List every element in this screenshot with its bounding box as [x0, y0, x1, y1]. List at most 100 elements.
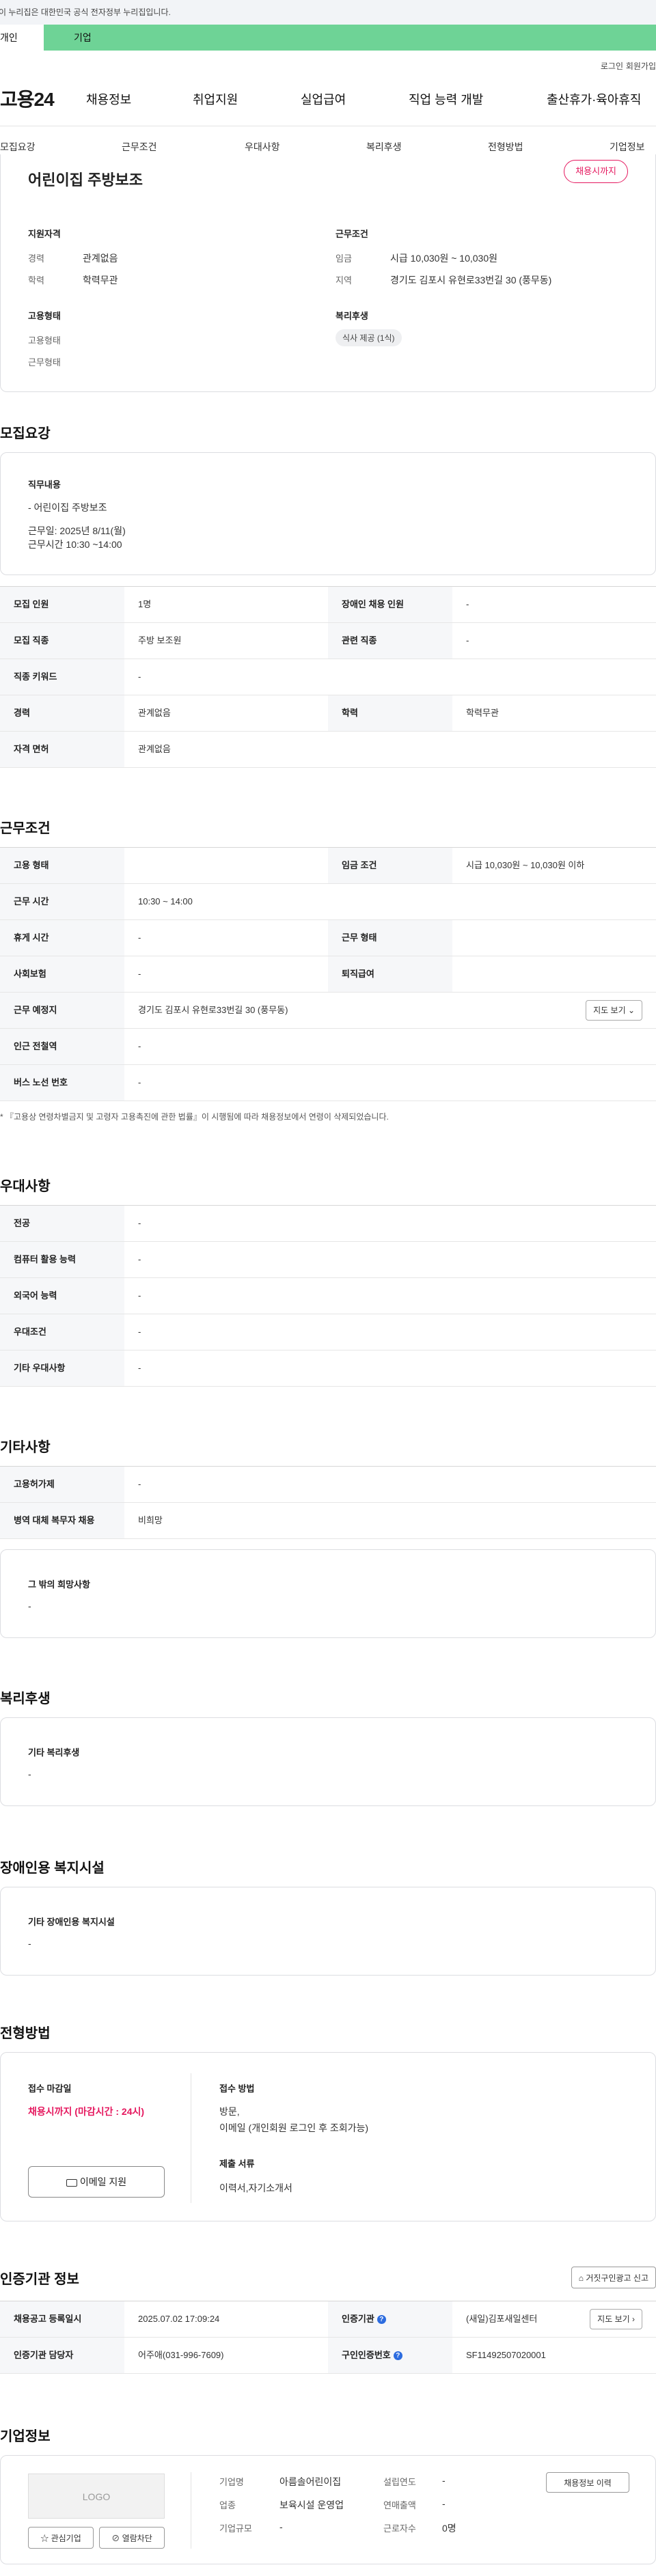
gov-banner: 이 누리집은 대한민국 공식 전자정부 누리집입니다.	[0, 0, 656, 25]
emp-type-label: 고용형태	[28, 335, 61, 346]
subnav-pref[interactable]: 우대사항	[245, 140, 280, 154]
th: 인증기관?	[328, 2301, 452, 2337]
emp-work-label: 근무형태	[28, 357, 61, 368]
cert-number-label: 구인인증번호	[342, 2350, 391, 2360]
th: 채용공고 등록일시	[0, 2301, 124, 2337]
etc-table: 고용허가제 - 병역 대체 복무자 채용 비희망	[0, 1466, 656, 1539]
subnav-workcond[interactable]: 근무조건	[122, 140, 157, 154]
duty-line-1: - 어린이집 주방보조	[28, 502, 107, 513]
td: -	[138, 932, 141, 943]
td: 2025.07.02 17:09:24	[138, 2314, 220, 2324]
disabled-box-title: 기타 장애인용 복지시설	[28, 1917, 115, 1927]
td: -	[138, 1479, 141, 1489]
gnb-item-unemployment[interactable]: 실업급여	[301, 90, 346, 108]
tab-personal[interactable]: 개인	[0, 25, 44, 51]
table-row: 자격 면허 관계없음	[0, 732, 656, 768]
th: 경력	[0, 695, 124, 731]
td: -	[138, 1327, 141, 1337]
td: 학력무관	[466, 708, 499, 718]
gnb-item-employment-support[interactable]: 취업지원	[193, 90, 238, 108]
gnb-item-training[interactable]: 직업 능력 개발	[409, 90, 483, 108]
table-row: 우대조건 -	[0, 1314, 656, 1351]
cert-map-button[interactable]: 지도 보기 ›	[590, 2309, 642, 2329]
report-fake-ad-button[interactable]: ⌂ 거짓구인광고 신고	[571, 2267, 656, 2288]
age-notice: * 『고용상 연령차별금지 및 고령자 고용촉진에 관한 법률』이 시행됨에 따…	[0, 1112, 389, 1122]
table-row: 기타 우대사항 -	[0, 1351, 656, 1387]
etc-box-title: 그 밖의 희망사항	[28, 1579, 90, 1590]
subnav-screening[interactable]: 전형방법	[488, 140, 523, 154]
login-link[interactable]: 로그인	[601, 60, 623, 72]
qual-career-label: 경력	[28, 253, 44, 264]
docs-value: 이력서,자기소개서	[219, 2183, 292, 2193]
td: -	[138, 1363, 141, 1373]
table-row: 컴퓨터 활용 능력 -	[0, 1242, 656, 1278]
tab-corp[interactable]: 기업	[44, 25, 92, 51]
table-row: 모집 인원 1명 장애인 채용 인원 -	[0, 587, 656, 623]
employees-value: 0명	[442, 2523, 456, 2534]
table-row: 사회보험 - 퇴직급여	[0, 956, 656, 993]
pref-table: 전공 - 컴퓨터 활용 능력 - 외국어 능력 - 우대조건 - 기타 우대사항…	[0, 1205, 656, 1387]
block-icon: ⊘	[111, 2533, 120, 2543]
welfare-heading: 복리후생	[336, 311, 368, 321]
subnav-company[interactable]: 기업정보	[610, 140, 645, 154]
favorite-company-button[interactable]: ☆ 관심기업	[28, 2527, 94, 2549]
recruit-table: 모집 인원 1명 장애인 채용 인원 - 모집 직종 주방 보조원 관련 직종 …	[0, 586, 656, 768]
info-icon[interactable]: ?	[377, 2315, 386, 2325]
th: 휴게 시간	[0, 920, 124, 956]
company-card: LOGO ☆ 관심기업 ⊘ 열람차단 기업명 아름솔어린이집 업종 보육시설 운…	[0, 2455, 656, 2564]
td: -	[138, 1041, 141, 1051]
screening-section-title: 전형방법	[0, 2026, 51, 2041]
td: 주방 보조원	[138, 635, 182, 646]
cond-wage-label: 임금	[336, 253, 352, 264]
table-row: 인근 전철역 -	[0, 1029, 656, 1065]
deadline-heading: 접수 마감일	[28, 2083, 72, 2094]
th: 장애인 채용 인원	[328, 587, 452, 622]
home-icon: ⌂	[578, 2273, 584, 2283]
th: 근무 형태	[328, 920, 452, 956]
employees-label: 근로자수	[383, 2523, 416, 2534]
company-section-title: 기업정보	[0, 2429, 51, 2444]
subnav-welfare[interactable]: 복리후생	[366, 140, 402, 154]
block-view-button[interactable]: ⊘ 열람차단	[99, 2527, 165, 2549]
welfare-box-value: -	[28, 1769, 31, 1779]
pref-section-title: 우대사항	[0, 1179, 51, 1194]
qual-career-value: 관계없음	[83, 253, 118, 264]
site-logo[interactable]: 고용24	[0, 85, 55, 112]
td: SF11492507020001	[466, 2350, 546, 2360]
info-icon[interactable]: ?	[393, 2351, 402, 2361]
email-apply-label: 이메일 지원	[79, 2176, 127, 2187]
block-view-label: 열람차단	[122, 2533, 152, 2543]
table-row: 직종 키워드 -	[0, 659, 656, 695]
table-row: 전공 -	[0, 1206, 656, 1242]
hiring-history-button[interactable]: 채용정보 이력	[546, 2472, 629, 2493]
table-row: 근무 시간 10:30 ~ 14:00	[0, 884, 656, 920]
etc-box: 그 밖의 희망사항 -	[0, 1549, 656, 1638]
td: -	[138, 1077, 141, 1088]
subnav-recruit[interactable]: 모집요강	[0, 140, 36, 154]
method-line-1: 방문,	[219, 2106, 240, 2117]
welfare-box: 기타 복리후생 -	[0, 1717, 656, 1806]
th: 구인인증번호?	[328, 2338, 452, 2373]
emp-heading: 고용형태	[28, 311, 61, 321]
gnb-item-jobs[interactable]: 채용정보	[86, 90, 131, 108]
td: -	[466, 635, 469, 646]
map-view-button[interactable]: 지도 보기 ⌄	[586, 1000, 642, 1021]
cond-wage-value: 시급 10,030원 ~ 10,030원	[390, 253, 498, 264]
table-row: 모집 직종 주방 보조원 관련 직종 -	[0, 623, 656, 659]
etc-box-value: -	[28, 1601, 31, 1611]
th: 자격 면허	[0, 732, 124, 767]
td: 관계없음	[138, 708, 171, 718]
cert-section-title: 인증기관 정보	[0, 2272, 79, 2287]
table-row: 버스 노선 번호 -	[0, 1065, 656, 1101]
td: -	[138, 671, 141, 682]
duty-card: 직무내용 - 어린이집 주방보조 근무일: 2025년 8/11(월) 근무시간…	[0, 452, 656, 575]
duty-line-2: 근무일: 2025년 8/11(월)	[28, 525, 126, 536]
docs-heading: 제출 서류	[219, 2159, 255, 2169]
join-link[interactable]: 회원가입	[626, 60, 656, 72]
gnb-item-parental-leave[interactable]: 출산휴가·육아휴직	[547, 90, 641, 108]
mail-icon	[66, 2178, 77, 2187]
td: 1명	[138, 599, 152, 609]
workcond-table: 고용 형태 임금 조건 시급 10,030원 ~ 10,030원 이하 근무 시…	[0, 847, 656, 1101]
email-apply-button[interactable]: 이메일 지원	[28, 2166, 165, 2198]
global-nav: 고용24 채용정보 취업지원 실업급여 직업 능력 개발 출산휴가·육아휴직	[0, 78, 656, 117]
